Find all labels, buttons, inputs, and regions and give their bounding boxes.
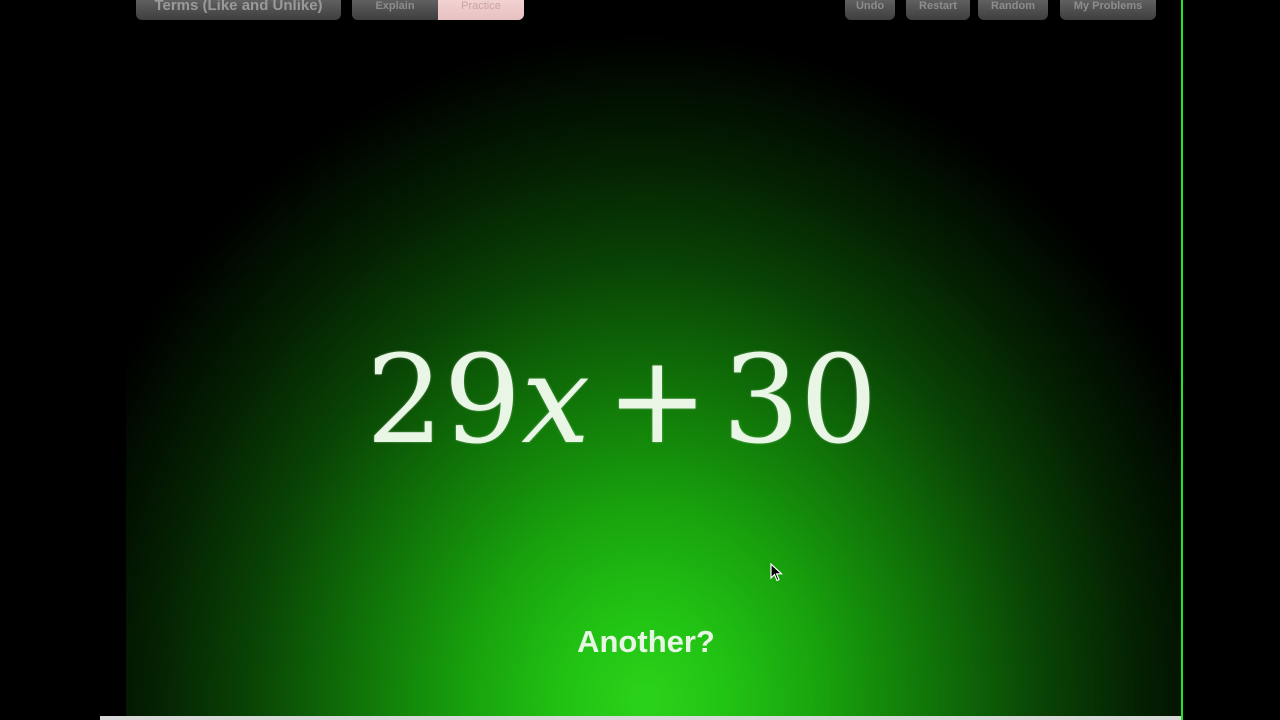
coefficient-term[interactable]: 29: [366, 329, 521, 471]
mouse-cursor-icon: [770, 563, 784, 582]
top-toolbar: Terms (Like and Unlike) Explain Practice…: [126, 0, 1181, 24]
mode-segmented-control: Explain Practice: [352, 0, 524, 20]
my-problems-button[interactable]: My Problems: [1060, 0, 1156, 20]
lesson-title-button[interactable]: Terms (Like and Unlike): [136, 0, 341, 20]
practice-stage: Terms (Like and Unlike) Explain Practice…: [126, 0, 1181, 716]
random-button[interactable]: Random: [978, 0, 1048, 20]
plus-operator: +: [606, 329, 709, 471]
another-button[interactable]: Another?: [546, 620, 746, 664]
restart-button[interactable]: Restart: [906, 0, 970, 20]
explain-tab[interactable]: Explain: [352, 0, 438, 20]
practice-tab[interactable]: Practice: [438, 0, 524, 20]
variable-term[interactable]: x: [521, 329, 590, 471]
expression[interactable]: 29x +30: [366, 335, 926, 475]
constant-term[interactable]: 30: [722, 329, 877, 471]
undo-button[interactable]: Undo: [845, 0, 895, 20]
window-right-border: [1181, 0, 1183, 720]
window-bottom-border: [100, 716, 1181, 720]
screen: Terms (Like and Unlike) Explain Practice…: [0, 0, 1280, 720]
